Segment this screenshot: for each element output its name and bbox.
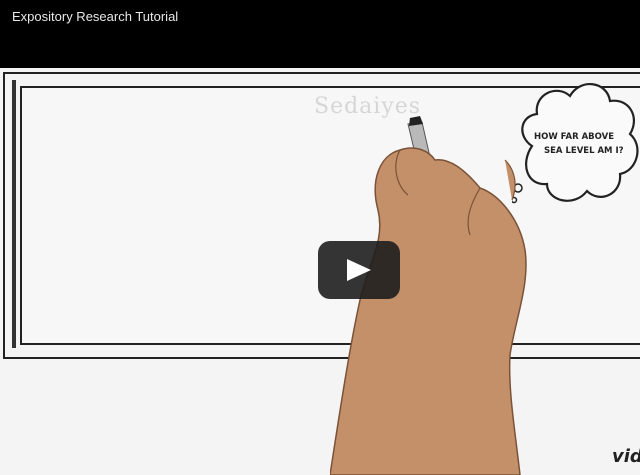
video-player[interactable]: Expository Research Tutorial Sedaiyes HO… — [0, 0, 640, 475]
brand-watermark: vid — [612, 446, 640, 467]
video-title-bar: Expository Research Tutorial — [0, 0, 640, 68]
video-title[interactable]: Expository Research Tutorial — [12, 9, 178, 24]
play-button[interactable] — [318, 241, 400, 299]
drawn-frame-side — [12, 80, 16, 348]
play-icon — [347, 259, 371, 281]
